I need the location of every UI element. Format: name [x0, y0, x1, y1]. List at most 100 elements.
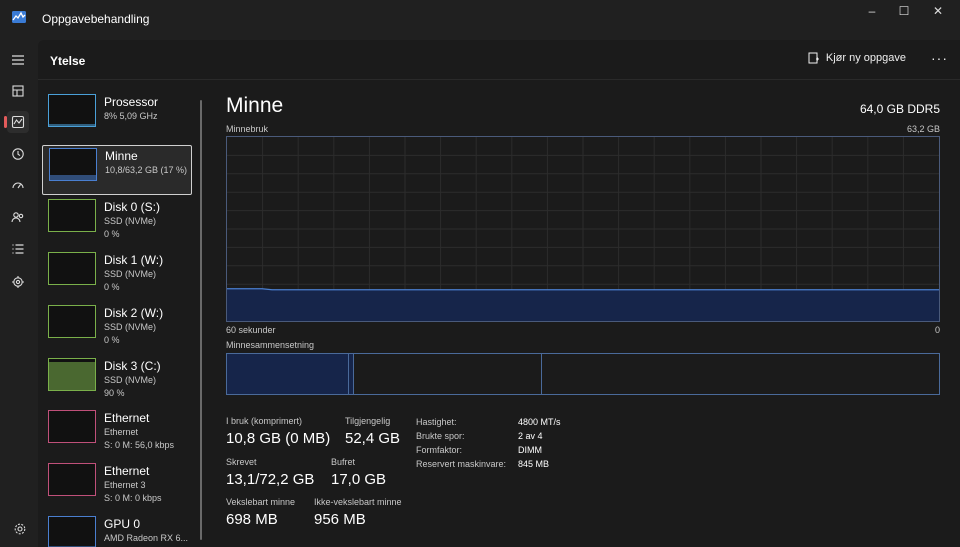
device-item[interactable]: GPU 0AMD Radeon RX 6...2 % (38 °C): [42, 514, 192, 547]
device-thumbnail-graph: [49, 148, 97, 181]
detail-reserved-value: 845 MB: [518, 459, 550, 469]
cached-value: 17,0 GB: [331, 471, 387, 488]
device-detail-line-2: 0 %: [104, 229, 120, 239]
paged-pool-label: Vekslebart minne: [226, 497, 296, 507]
device-item[interactable]: Disk 2 (W:) SSD (NVMe) 0 %: [42, 303, 192, 353]
close-button[interactable]: ✕: [918, 0, 958, 22]
device-detail-line-1: AMD Radeon RX 6...: [104, 533, 189, 543]
device-detail-line-1: SSD (NVMe): [104, 322, 157, 332]
composition-free: [542, 354, 939, 394]
speedometer-icon: [12, 182, 24, 189]
page-header: Ytelse Kjør ny oppgave ···: [38, 40, 960, 80]
detail-speed-value: 4800 MT/s: [518, 417, 561, 427]
device-detail-line-1: Ethernet 3: [104, 480, 146, 490]
nav-performance[interactable]: [4, 111, 29, 133]
device-detail-line-1: SSD (NVMe): [104, 216, 157, 226]
memory-detail-pane: Minne 64,0 GB DDR5 Minnebruk 63,2 GB 60 …: [226, 90, 940, 545]
run-new-task-label: Kjør ny oppgave: [825, 52, 906, 64]
detail-form-factor-value: DIMM: [518, 445, 542, 455]
graph-label: Minnebruk: [226, 124, 269, 134]
composition-standby: [354, 354, 542, 394]
detail-form-factor-label: Formfaktor:: [416, 445, 463, 455]
composition-in-use: [227, 354, 349, 394]
performance-page: Ytelse Kjør ny oppgave ··· Prosessor 8% 5…: [38, 40, 960, 547]
page-title: Ytelse: [50, 54, 86, 68]
settings-button[interactable]: [9, 518, 31, 540]
device-list: Prosessor 8% 5,09 GHz Minne 10,8/63,2 GB (1…: [38, 92, 200, 547]
available-label: Tilgjengelig: [345, 416, 391, 426]
device-detail-line-1: 8% 5,09 GHz: [104, 111, 158, 121]
history-icon: [12, 148, 24, 160]
device-name: Ethernet: [104, 464, 150, 478]
run-new-task-button[interactable]: Kjør ny oppgave: [808, 52, 906, 64]
detail-speed-label: Hastighet:: [416, 417, 457, 427]
time-span-label: 60 sekunder: [226, 325, 276, 335]
users-icon: [11, 212, 24, 223]
device-detail-line-2: S: 0 M: 56,0 kbps: [104, 440, 175, 450]
gear-icon: [14, 523, 26, 535]
committed-value: 13,1/72,2 GB: [226, 471, 315, 488]
device-item[interactable]: Disk 1 (W:) SSD (NVMe) 0 %: [42, 250, 192, 300]
graph-max-label: 63,2 GB: [906, 124, 940, 134]
device-item[interactable]: Ethernet Ethernet S: 0 M: 56,0 kbps: [42, 408, 192, 458]
cached-label: Bufret: [331, 457, 356, 467]
hamburger-menu-button[interactable]: [7, 49, 29, 71]
nav-details[interactable]: [7, 238, 29, 260]
device-detail-line-2: S: 0 M: 0 kbps: [104, 493, 162, 503]
device-name: GPU 0: [104, 517, 141, 531]
committed-label: Skrevet: [226, 457, 257, 467]
device-detail-line-2: 90 %: [104, 388, 125, 398]
device-thumbnail-graph: [48, 358, 96, 391]
more-icon: ···: [931, 50, 948, 66]
device-detail-line-2: 0 %: [104, 282, 120, 292]
app-title: Oppgavebehandling: [42, 12, 150, 26]
nav-processes[interactable]: [7, 80, 29, 102]
detail-title: Minne: [226, 94, 284, 117]
device-detail-line-1: 10,8/63,2 GB (17 %): [105, 165, 188, 175]
device-item[interactable]: Minne 10,8/63,2 GB (17 %): [42, 145, 192, 195]
device-thumbnail-graph: [48, 516, 96, 547]
device-detail-line-2: 0 %: [104, 335, 120, 345]
nonpaged-pool-value: 956 MB: [314, 511, 366, 528]
more-options-button[interactable]: ···: [931, 50, 948, 66]
nav-services[interactable]: [7, 271, 29, 293]
detail-slots-value: 2 av 4: [518, 431, 543, 441]
task-manager-app-icon: [12, 11, 26, 23]
device-item[interactable]: Disk 0 (S:) SSD (NVMe) 0 %: [42, 197, 192, 247]
title-bar: Oppgavebehandling – ☐ ✕: [0, 0, 960, 40]
device-usage-fill: [50, 174, 96, 180]
device-list-scrollbar[interactable]: [200, 100, 202, 540]
processes-icon: [12, 85, 24, 97]
in-use-label: I bruk (komprimert): [226, 416, 303, 426]
minimize-icon: –: [868, 4, 876, 18]
time-end-label: 0: [934, 325, 940, 335]
device-thumbnail-graph: [48, 463, 96, 496]
device-thumbnail-graph: [48, 305, 96, 338]
maximize-icon: ☐: [898, 4, 910, 18]
device-name: Disk 0 (S:): [104, 200, 161, 214]
detail-slots-label: Brukte spor:: [416, 431, 465, 441]
nav-users[interactable]: [7, 206, 29, 228]
composition-label: Minnesammensetning: [226, 340, 315, 350]
device-item[interactable]: Disk 3 (C:) SSD (NVMe) 90 %: [42, 356, 192, 406]
device-usage-fill: [49, 123, 95, 126]
device-item[interactable]: Prosessor 8% 5,09 GHz: [42, 92, 192, 142]
list-icon: [12, 244, 24, 254]
performance-icon: [11, 115, 25, 129]
navigation-rail: [0, 40, 38, 547]
available-value: 52,4 GB: [345, 430, 401, 447]
memory-total-type: 64,0 GB DDR5: [859, 102, 940, 116]
device-detail-line-1: Ethernet: [104, 427, 139, 437]
device-usage-fill: [49, 362, 95, 390]
nav-startup-apps[interactable]: [7, 174, 29, 196]
nav-app-history[interactable]: [7, 143, 29, 165]
device-detail-line-1: SSD (NVMe): [104, 375, 157, 385]
device-thumbnail-graph: [48, 410, 96, 443]
memory-usage-graph: [226, 136, 940, 322]
device-name: Disk 3 (C:): [104, 359, 161, 373]
device-item[interactable]: Ethernet Ethernet 3 S: 0 M: 0 kbps: [42, 461, 192, 511]
close-icon: ✕: [932, 4, 944, 18]
memory-usage-area: [227, 288, 939, 321]
memory-usage-chart: [227, 137, 939, 321]
device-detail-line-1: SSD (NVMe): [104, 269, 157, 279]
